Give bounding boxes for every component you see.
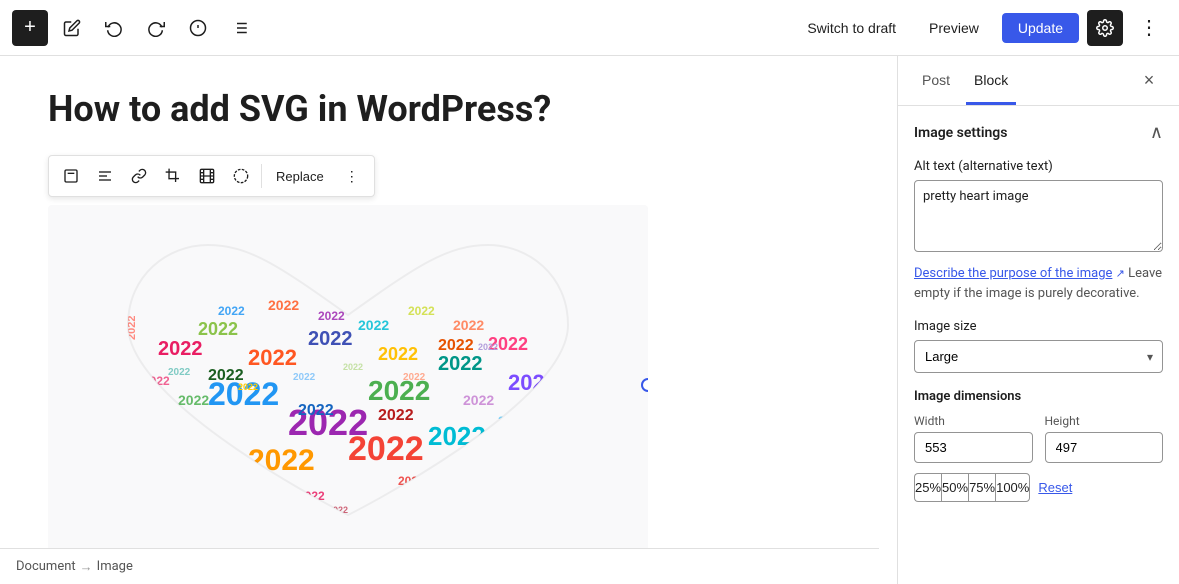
replace-image-button[interactable]: Replace — [266, 165, 334, 188]
heart-word-cloud: 2022 2022 2022 2022 2022 2022 2022 2022 … — [48, 205, 648, 565]
resize-handle[interactable] — [641, 378, 648, 392]
width-label: Width — [914, 414, 1033, 428]
svg-text:2022: 2022 — [453, 317, 484, 333]
svg-text:2022: 2022 — [358, 317, 389, 333]
svg-text:2022: 2022 — [403, 372, 426, 383]
editor-area[interactable]: How to add SVG in WordPress? Replace — [0, 56, 897, 584]
pct-100-button[interactable]: 100% — [995, 473, 1030, 502]
sidebar-tabs: Post Block × — [898, 56, 1179, 106]
svg-text:2022: 2022 — [198, 319, 238, 339]
preview-button[interactable]: Preview — [914, 13, 994, 43]
toolbar-divider — [261, 164, 262, 188]
dimensions-label: Image dimensions — [914, 389, 1163, 404]
svg-text:2022: 2022 — [438, 353, 483, 375]
percent-buttons: 25% 50% 75% 100% — [914, 473, 1030, 502]
alt-text-field: Alt text (alternative text) — [914, 159, 1163, 256]
height-label: Height — [1045, 414, 1164, 428]
info-button[interactable] — [180, 10, 216, 46]
sidebar-close-button[interactable]: × — [1135, 67, 1163, 95]
image-text-wrap-button[interactable] — [89, 160, 121, 192]
svg-text:2022: 2022 — [208, 367, 244, 384]
image-size-field: Image size Large Thumbnail Medium Full S… — [914, 319, 1163, 373]
dimensions-row: Image dimensions Width Height 25% — [914, 389, 1163, 502]
svg-text:2022: 2022 — [463, 392, 494, 408]
svg-text:2022: 2022 — [178, 392, 209, 408]
svg-text:2022: 2022 — [478, 342, 498, 352]
redo-button[interactable] — [138, 10, 174, 46]
section-toggle-button[interactable]: ∧ — [1150, 122, 1163, 143]
pct-50-button[interactable]: 50% — [941, 473, 968, 502]
reset-dimensions-button[interactable]: Reset — [1038, 480, 1072, 495]
update-button[interactable]: Update — [1002, 13, 1079, 43]
settings-button[interactable] — [1087, 10, 1123, 46]
height-input[interactable] — [1045, 432, 1164, 463]
breadcrumb-document[interactable]: Document — [16, 559, 76, 574]
describe-link[interactable]: Describe the purpose of the image — [914, 266, 1112, 281]
image-link-button[interactable] — [123, 160, 155, 192]
section-title: Image settings — [914, 125, 1007, 141]
svg-text:2022: 2022 — [308, 328, 353, 350]
svg-text:2022: 2022 — [268, 297, 299, 313]
pct-reset-row: 25% 50% 75% 100% Reset — [914, 473, 1163, 502]
svg-text:2022: 2022 — [378, 344, 418, 364]
svg-text:2022: 2022 — [408, 304, 435, 318]
switch-to-draft-button[interactable]: Switch to draft — [797, 14, 906, 42]
add-block-button[interactable]: + — [12, 10, 48, 46]
external-link-icon: ↗ — [1116, 267, 1125, 280]
pct-25-button[interactable]: 25% — [914, 473, 941, 502]
describe-section: Describe the purpose of the image ↗ Leav… — [914, 264, 1163, 303]
svg-text:2022: 2022 — [158, 338, 203, 360]
more-options-button[interactable]: ⋮ — [1131, 10, 1167, 46]
main-layout: How to add SVG in WordPress? Replace — [0, 56, 1179, 584]
tab-post[interactable]: Post — [914, 56, 958, 105]
image-size-label: Image size — [914, 319, 1163, 334]
tab-block[interactable]: Block — [966, 56, 1016, 105]
breadcrumb-arrow: → — [80, 559, 93, 575]
alt-text-input[interactable] — [914, 180, 1163, 252]
svg-text:2022: 2022 — [348, 430, 424, 468]
toolbar-right: Switch to draft Preview Update ⋮ — [797, 10, 1167, 46]
pct-75-button[interactable]: 75% — [968, 473, 995, 502]
width-field: Width — [914, 414, 1033, 463]
edit-icon-button[interactable] — [54, 10, 90, 46]
image-size-select-wrap: Large Thumbnail Medium Full Size ▾ — [914, 340, 1163, 373]
section-header: Image settings ∧ — [914, 122, 1163, 143]
breadcrumb-image[interactable]: Image — [97, 559, 133, 574]
svg-text:2022: 2022 — [168, 367, 191, 378]
dim-inputs: Width Height — [914, 414, 1163, 463]
sidebar: Post Block × Image settings ∧ Alt text (… — [897, 56, 1179, 584]
image-size-select[interactable]: Large Thumbnail Medium Full Size — [914, 340, 1163, 373]
svg-text:2022: 2022 — [343, 362, 363, 372]
breadcrumb: Document → Image — [0, 548, 879, 584]
image-crop-button[interactable] — [157, 160, 189, 192]
top-toolbar: + Switch to draft Preview Update ⋮ — [0, 0, 1179, 56]
svg-text:2022: 2022 — [378, 407, 414, 424]
svg-text:2022: 2022 — [218, 304, 245, 318]
toolbar-left: + — [12, 10, 797, 46]
image-more-button[interactable]: ⋮ — [336, 160, 368, 192]
image-placeholder: 2022 2022 2022 2022 2022 2022 2022 2022 … — [48, 205, 648, 565]
image-block-toolbar: Replace ⋮ — [48, 155, 375, 197]
height-field: Height — [1045, 414, 1164, 463]
width-input[interactable] — [914, 432, 1033, 463]
undo-button[interactable] — [96, 10, 132, 46]
svg-text:2022: 2022 — [248, 345, 297, 370]
list-view-button[interactable] — [222, 10, 258, 46]
image-select-button[interactable] — [225, 160, 257, 192]
image-expand-button[interactable] — [191, 160, 223, 192]
sidebar-content: Image settings ∧ Alt text (alternative t… — [898, 106, 1179, 584]
svg-text:2022: 2022 — [293, 372, 316, 383]
svg-text:2022: 2022 — [438, 337, 474, 354]
post-title: How to add SVG in WordPress? — [48, 88, 849, 131]
alt-text-label: Alt text (alternative text) — [914, 159, 1163, 174]
image-align-button[interactable] — [55, 160, 87, 192]
image-container: 2022 2022 2022 2022 2022 2022 2022 2022 … — [48, 205, 849, 565]
svg-text:2022: 2022 — [298, 402, 334, 419]
